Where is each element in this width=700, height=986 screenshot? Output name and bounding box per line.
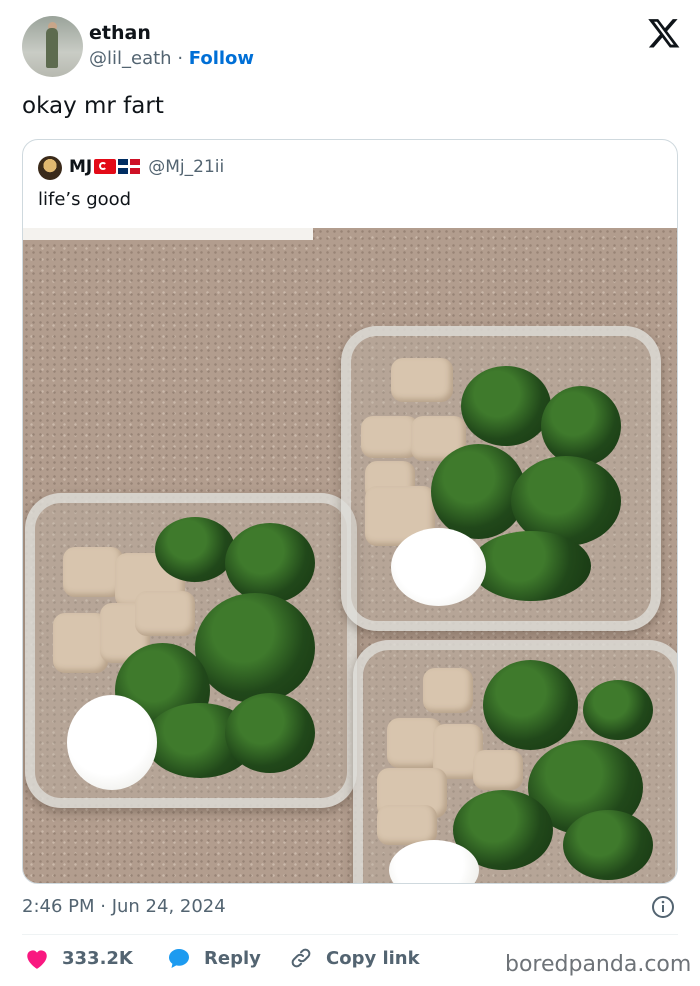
avatar-figure bbox=[46, 28, 58, 68]
reply-label: Reply bbox=[204, 947, 261, 969]
broccoli-floret bbox=[225, 693, 315, 773]
broccoli-floret bbox=[563, 810, 653, 880]
chicken-piece bbox=[423, 668, 473, 713]
x-logo-icon[interactable] bbox=[647, 16, 681, 50]
chicken-piece bbox=[377, 805, 437, 845]
divider bbox=[22, 934, 678, 935]
author-handle[interactable]: @lil_eath bbox=[89, 48, 172, 69]
author-name[interactable]: ethan bbox=[89, 22, 151, 44]
tweet-text: okay mr fart bbox=[22, 93, 164, 119]
meal-prep-photo[interactable] bbox=[23, 228, 677, 883]
quoted-text: life’s good bbox=[38, 189, 132, 210]
meal-container-left bbox=[25, 493, 357, 808]
reply-button[interactable]: Reply bbox=[166, 946, 261, 970]
chicken-piece bbox=[135, 591, 195, 636]
tweet-timestamp[interactable]: 2:46 PM · Jun 24, 2024 bbox=[22, 896, 226, 917]
meal-container-bottom-right bbox=[353, 640, 677, 883]
reply-bubble-icon bbox=[169, 949, 189, 968]
heart-icon bbox=[27, 950, 47, 969]
broccoli-floret bbox=[461, 366, 551, 446]
quoted-author-handle[interactable]: @Mj_21ii bbox=[148, 157, 224, 177]
broccoli-floret bbox=[541, 386, 621, 466]
quoted-avatar[interactable] bbox=[38, 156, 62, 180]
quoted-author-row: MJ @Mj_21ii bbox=[69, 157, 224, 177]
meal-container-top-right bbox=[341, 326, 661, 631]
paper-sheet bbox=[23, 228, 313, 240]
broccoli-floret bbox=[583, 680, 653, 740]
avatar[interactable] bbox=[22, 16, 83, 77]
broccoli-floret bbox=[483, 660, 578, 750]
copy-link-label: Copy link bbox=[326, 947, 420, 969]
like-count: 333.2K bbox=[62, 947, 133, 969]
broccoli-floret bbox=[471, 531, 591, 601]
watermark: boredpanda.com bbox=[505, 952, 692, 977]
chicken-piece bbox=[63, 547, 123, 597]
link-icon bbox=[291, 948, 311, 968]
broccoli-floret bbox=[225, 523, 315, 603]
quoted-tweet[interactable]: MJ @Mj_21ii life’s good bbox=[22, 139, 678, 884]
broccoli-floret bbox=[195, 593, 315, 703]
chicken-piece bbox=[473, 750, 523, 790]
follow-button[interactable]: Follow bbox=[189, 48, 254, 69]
chicken-piece bbox=[391, 358, 453, 402]
quoted-author-name[interactable]: MJ bbox=[69, 157, 92, 177]
like-button[interactable]: 333.2K bbox=[24, 946, 133, 970]
separator: · bbox=[177, 48, 184, 69]
boiled-egg bbox=[391, 528, 486, 606]
broccoli-floret bbox=[155, 517, 235, 582]
info-icon[interactable] bbox=[651, 895, 675, 919]
dominican-flag-icon bbox=[118, 159, 141, 174]
copy-link-button[interactable]: Copy link bbox=[288, 946, 420, 970]
author-handle-row: @lil_eath · Follow bbox=[89, 48, 254, 69]
turkey-flag-icon bbox=[94, 159, 117, 174]
boiled-egg bbox=[67, 695, 157, 790]
